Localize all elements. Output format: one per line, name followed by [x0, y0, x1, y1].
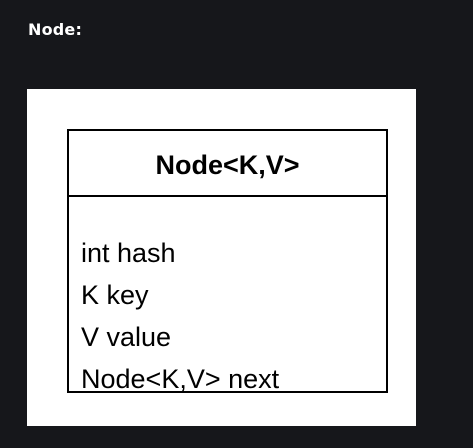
uml-class-box: Node<K,V> int hash K key V value Node<K,… — [67, 129, 388, 394]
uml-class-fields: int hash K key V value Node<K,V> next — [69, 197, 386, 400]
uml-field-value: V value — [81, 322, 172, 352]
uml-field-hash: int hash — [81, 238, 176, 268]
uml-field-key: K key — [81, 280, 149, 310]
uml-class-name: Node<K,V> — [155, 149, 300, 180]
uml-class-header: Node<K,V> — [69, 131, 386, 197]
uml-field-next: Node<K,V> next — [81, 364, 280, 394]
section-heading: Node: — [28, 20, 83, 39]
diagram-figure: Node<K,V> int hash K key V value Node<K,… — [27, 89, 416, 426]
